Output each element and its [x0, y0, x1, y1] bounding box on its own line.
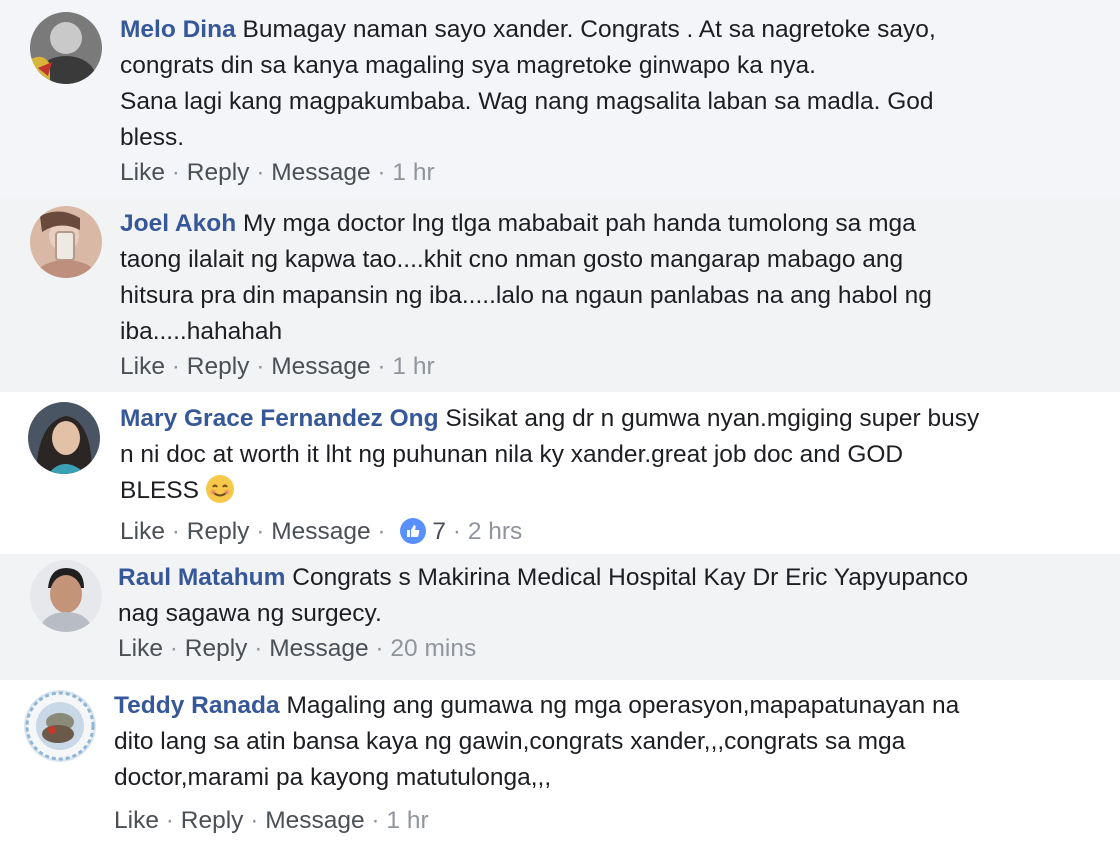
reply-link[interactable]: Reply	[187, 159, 250, 186]
separator: ·	[171, 159, 180, 186]
comment-text: Melo Dina Bumagay naman sayo xander. Con…	[120, 12, 1090, 156]
like-link[interactable]: Like	[120, 353, 165, 380]
comment-text: Teddy Ranada Magaling ang gumawa ng mga …	[114, 688, 1090, 796]
comment-line: nag sagawa ng surgecy.	[118, 600, 382, 627]
avatar[interactable]	[30, 12, 102, 84]
separator: ·	[171, 518, 180, 545]
separator: ·	[375, 635, 384, 662]
comment-author[interactable]: Mary Grace Fernandez Ong	[120, 405, 439, 432]
comment-author[interactable]: Joel Akoh	[120, 210, 236, 237]
avatar[interactable]	[28, 402, 100, 474]
comment-line: n ni doc at worth it lht ng puhunan nila…	[120, 441, 904, 468]
reply-link[interactable]: Reply	[187, 518, 250, 545]
comment-line: hitsura pra din mapansin ng iba.....lalo…	[120, 282, 932, 309]
message-link[interactable]: Message	[271, 518, 370, 545]
separator: ·	[371, 807, 380, 834]
comment-actions: Like · Reply · Message · 1 hr	[120, 158, 1090, 188]
comment-actions: Like · Reply · Message · 7 · 2 hrs	[120, 517, 1090, 547]
comment-line: Sisikat ang dr n gumwa nyan.mgiging supe…	[445, 405, 980, 432]
comment-author[interactable]: Teddy Ranada	[114, 692, 280, 719]
reaction-count[interactable]: 7	[432, 518, 446, 545]
separator: ·	[256, 518, 265, 545]
comment-text: Joel Akoh My mga doctor lng tlga mababai…	[120, 206, 1090, 350]
separator: ·	[377, 518, 386, 545]
reply-link[interactable]: Reply	[181, 807, 244, 834]
comment-text: Raul Matahum Congrats s Makirina Medical…	[118, 560, 1090, 632]
separator: ·	[377, 159, 386, 186]
separator: ·	[256, 159, 265, 186]
like-link[interactable]: Like	[118, 635, 163, 662]
comment-line: My mga doctor lng tlga mababait pah hand…	[242, 210, 916, 237]
timestamp[interactable]: 20 mins	[390, 635, 476, 662]
separator: ·	[377, 353, 386, 380]
separator: ·	[256, 353, 265, 380]
comment-line: Congrats s Makirina Medical Hospital Kay…	[292, 564, 969, 591]
separator: ·	[250, 807, 259, 834]
avatar[interactable]	[24, 690, 96, 762]
reply-link[interactable]: Reply	[187, 353, 250, 380]
avatar[interactable]	[30, 560, 102, 632]
comment-line: BLESS	[120, 477, 199, 504]
comment-line: Magaling ang gumawa ng mga operasyon,map…	[286, 692, 960, 719]
separator: ·	[165, 807, 174, 834]
comment-line: dito lang sa atin bansa kaya ng gawin,co…	[114, 728, 906, 755]
separator: ·	[452, 518, 462, 545]
comment-line: doctor,marami pa kayong matutulonga,,,	[114, 764, 552, 791]
separator: ·	[254, 635, 263, 662]
smiling-face-emoji	[205, 474, 235, 515]
comment-actions: Like · Reply · Message · 20 mins	[118, 634, 1090, 664]
message-link[interactable]: Message	[271, 159, 370, 186]
timestamp[interactable]: 1 hr	[392, 353, 434, 380]
message-link[interactable]: Message	[269, 635, 368, 662]
like-link[interactable]: Like	[120, 159, 165, 186]
comment-line: taong ilalait ng kapwa tao....khit cno n…	[120, 246, 904, 273]
timestamp[interactable]: 1 hr	[392, 159, 434, 186]
separator: ·	[169, 635, 178, 662]
message-link[interactable]: Message	[265, 807, 364, 834]
comment-author[interactable]: Raul Matahum	[118, 564, 285, 591]
comment-line: bless.	[120, 124, 185, 151]
message-link[interactable]: Message	[271, 353, 370, 380]
separator: ·	[171, 353, 180, 380]
timestamp[interactable]: 2 hrs	[468, 518, 522, 545]
comment-actions: Like · Reply · Message · 1 hr	[114, 806, 1090, 836]
comment-line: iba.....hahahah	[120, 318, 283, 345]
timestamp[interactable]: 1 hr	[386, 807, 428, 834]
comment-author[interactable]: Melo Dina	[120, 16, 236, 43]
comment-line: Sana lagi kang magpakumbaba. Wag nang ma…	[120, 88, 934, 115]
comment-line: congrats din sa kanya magaling sya magre…	[120, 52, 816, 79]
thumbs-up-icon[interactable]	[400, 518, 427, 544]
avatar[interactable]	[30, 206, 102, 278]
like-link[interactable]: Like	[120, 518, 165, 545]
reply-link[interactable]: Reply	[185, 635, 248, 662]
comment-text: Mary Grace Fernandez Ong Sisikat ang dr …	[120, 401, 1090, 515]
comment-actions: Like · Reply · Message · 1 hr	[120, 352, 1090, 382]
comment-line: Bumagay naman sayo xander. Congrats . At…	[242, 16, 936, 43]
like-link[interactable]: Like	[114, 807, 159, 834]
